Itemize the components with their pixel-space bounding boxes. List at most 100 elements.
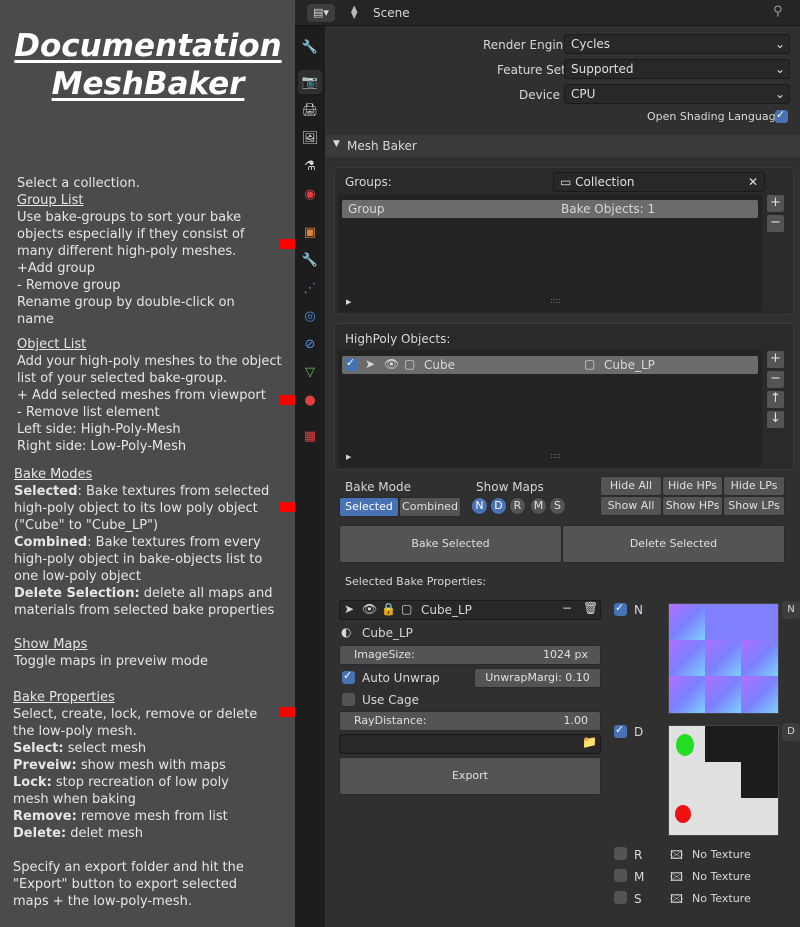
lock-icon[interactable]: 🔒 <box>381 602 396 616</box>
physics-tab-icon[interactable]: ◎ <box>298 304 322 328</box>
use-cage-label: Use Cage <box>362 693 419 707</box>
material-tab-icon[interactable]: ● <box>298 388 322 412</box>
map-m-checkbox[interactable] <box>614 869 627 882</box>
trash-icon[interactable]: 🗑 <box>583 601 598 615</box>
delete-selected-button[interactable]: Delete Selected <box>562 525 785 563</box>
chevron-right-icon[interactable]: ▶ <box>346 298 351 306</box>
hide-all-button[interactable]: Hide All <box>600 476 662 496</box>
bake-selected-button[interactable]: Bake Selected <box>339 525 562 563</box>
doc-text: + Add selected meshes from viewport <box>17 388 266 403</box>
osl-checkbox[interactable] <box>775 108 788 123</box>
texture-tab-icon[interactable]: ▦ <box>298 424 322 448</box>
show-map-d-button[interactable]: D <box>490 497 507 515</box>
add-group-button[interactable]: + <box>766 194 785 213</box>
export-folder-field[interactable]: 📁 <box>339 734 601 754</box>
collection-field[interactable]: ▭ Collection ✕ <box>553 172 765 192</box>
doc-text: Select, create, lock, remove or delete <box>13 707 258 722</box>
highpoly-panel: HighPoly Objects: ➤ 👁 ▢ Cube ▢ Cube_LP ▶… <box>334 323 794 470</box>
doc-text: one low-poly object <box>14 569 141 584</box>
doc-text: +Add group <box>17 261 95 276</box>
doc-text: Delete: delet mesh <box>13 826 144 841</box>
map-n-label: N <box>634 603 643 617</box>
auto-unwrap-checkbox[interactable] <box>342 669 355 684</box>
doc-heading-group-list: Group List <box>17 193 84 208</box>
use-cage-checkbox[interactable] <box>342 693 355 706</box>
unwrap-margin-slider[interactable]: UnwrapMargi: 0.10 <box>474 668 601 688</box>
doc-text: Rename group by double-click on <box>17 295 235 310</box>
show-lps-button[interactable]: Show LPs <box>723 496 785 516</box>
remove-icon[interactable]: − <box>562 601 572 615</box>
close-icon[interactable]: ✕ <box>748 173 758 191</box>
mode-selected-button[interactable]: Selected <box>339 497 399 517</box>
remove-group-button[interactable]: − <box>766 214 785 233</box>
mode-combined-button[interactable]: Combined <box>399 497 461 517</box>
hide-hps-button[interactable]: Hide HPs <box>662 476 723 496</box>
map-d-checkbox[interactable] <box>614 723 627 738</box>
hp-enabled-checkbox[interactable] <box>345 356 358 371</box>
show-map-r-button[interactable]: R <box>509 497 526 515</box>
editor-type-button[interactable]: ▤▾ <box>307 4 335 22</box>
doc-heading-bake-modes: Bake Modes <box>14 467 93 482</box>
constraints-tab-icon[interactable]: ⊘ <box>298 332 322 356</box>
image-icon: 🖾 <box>670 870 684 884</box>
mesh-baker-title: Mesh Baker <box>347 139 417 153</box>
move-up-button[interactable]: ↑ <box>766 390 785 409</box>
particles-tab-icon[interactable]: ⋰ <box>298 276 322 300</box>
folder-icon[interactable]: 📁 <box>582 735 597 749</box>
device-select[interactable]: CPU ⌄ <box>564 84 790 104</box>
chevron-right-icon[interactable]: ▶ <box>346 453 351 461</box>
pin-icon[interactable]: ⚲ <box>773 4 783 19</box>
world-tab-icon[interactable]: ◉ <box>298 182 322 206</box>
map-s-checkbox[interactable] <box>614 891 627 904</box>
resize-handle-icon[interactable]: :::: <box>550 451 561 460</box>
hide-lps-button[interactable]: Hide LPs <box>723 476 785 496</box>
lp-name: Cube_LP <box>604 358 655 372</box>
group-list: Group Bake Objects: 1 ▶ :::: <box>338 194 762 312</box>
cursor-icon[interactable]: ➤ <box>344 602 354 616</box>
tool-tab-icon[interactable]: 🔧 <box>298 35 322 59</box>
move-down-button[interactable]: ↓ <box>766 410 785 429</box>
eye-icon[interactable]: 👁 <box>384 357 399 371</box>
doc-text: Toggle maps in preveiw mode <box>14 654 208 669</box>
map-r-checkbox[interactable] <box>614 847 627 860</box>
modifier-tab-icon[interactable]: 🔧 <box>298 248 322 272</box>
render-engine-select[interactable]: Cycles ⌄ <box>564 34 790 54</box>
show-map-m-button[interactable]: M <box>530 497 547 515</box>
group-list-row[interactable]: Group Bake Objects: 1 <box>342 200 758 218</box>
show-all-button[interactable]: Show All <box>600 496 662 516</box>
remove-object-button[interactable]: − <box>766 370 785 389</box>
render-tab-icon[interactable]: 📷 <box>298 70 322 94</box>
add-object-button[interactable]: + <box>766 350 785 369</box>
resize-handle-icon[interactable]: :::: <box>550 296 561 305</box>
feature-set-label: Feature Set <box>497 63 566 77</box>
export-button[interactable]: Export <box>339 757 601 795</box>
view-layer-tab-icon[interactable]: 🖼 <box>298 126 322 150</box>
data-tab-icon[interactable]: ▽ <box>298 360 322 384</box>
chevron-down-icon: ⌄ <box>774 37 785 51</box>
highpoly-list-row[interactable]: ➤ 👁 ▢ Cube ▢ Cube_LP <box>342 356 758 374</box>
collection-icon: ▭ <box>560 175 572 189</box>
eye-icon[interactable]: 👁 <box>362 602 377 616</box>
show-hps-button[interactable]: Show HPs <box>662 496 723 516</box>
show-map-s-button[interactable]: S <box>549 497 566 515</box>
imagesize-slider[interactable]: ImageSize: 1024 px <box>339 645 601 665</box>
scene-name: Scene <box>373 6 410 20</box>
object-tab-icon[interactable]: ▣ <box>298 220 322 244</box>
show-map-n-button[interactable]: N <box>471 497 488 515</box>
groups-label: Groups: <box>345 175 392 189</box>
prop-object-name: Cube_LP <box>362 626 413 640</box>
map-d-tab[interactable]: D <box>782 723 800 741</box>
feature-set-select[interactable]: Supported ⌄ <box>564 59 790 79</box>
cursor-icon[interactable]: ➤ <box>365 357 375 371</box>
map-n-tab[interactable]: N <box>782 601 800 619</box>
doc-text: Right side: Low-Poly-Mesh <box>17 439 187 454</box>
map-n-checkbox[interactable] <box>614 601 627 616</box>
doc-text: Add your high-poly meshes to the object <box>17 354 282 369</box>
output-tab-icon[interactable]: 🖨 <box>298 98 322 122</box>
scene-tab-icon[interactable]: ⚗ <box>298 154 322 178</box>
prop-mesh-name[interactable]: Cube_LP <box>421 603 472 617</box>
mesh-baker-header[interactable]: ▼ Mesh Baker <box>325 135 800 157</box>
raydistance-slider[interactable]: RayDistance: 1.00 <box>339 711 601 731</box>
auto-unwrap-label: Auto Unwrap <box>362 671 440 685</box>
properties-editor: ▤▾ ⧫ Scene ⚲ 🔧 📷 🖨 🖼 ⚗ ◉ ▣ 🔧 ⋰ ◎ ⊘ ▽ ● ▦… <box>295 0 800 927</box>
